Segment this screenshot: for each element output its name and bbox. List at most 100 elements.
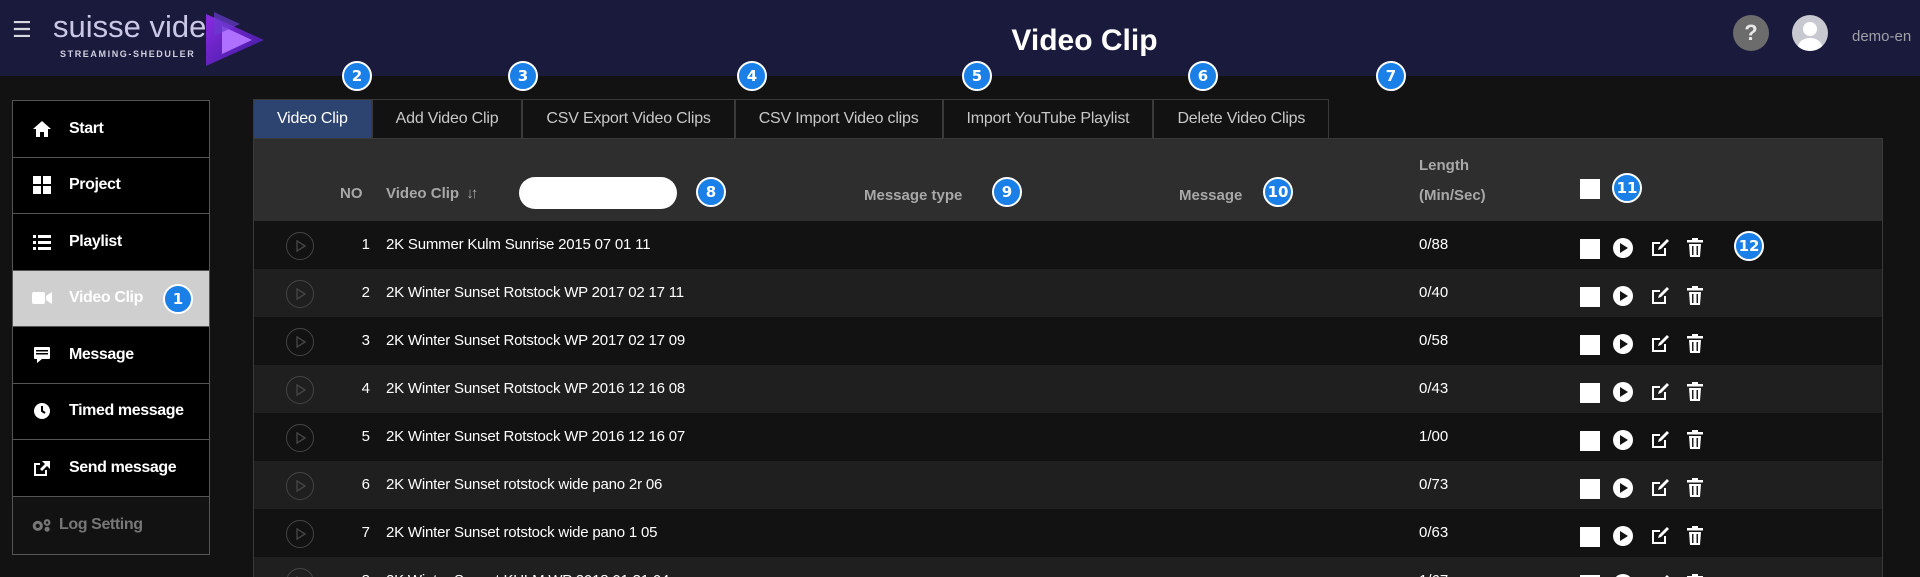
edit-icon[interactable] [1649,525,1671,547]
share-icon [31,458,53,478]
video-clip-name: 2K Winter Sunset rotstock wide pano 2r 0… [386,476,663,493]
delete-icon[interactable] [1684,525,1706,547]
row-select-checkbox[interactable] [1580,287,1600,307]
video-clip-length: 1/67 [1419,572,1448,577]
user-avatar-icon[interactable] [1792,15,1828,51]
tab-import-youtube[interactable]: Import YouTube Playlist [942,99,1154,138]
callout-badge: 1 [163,283,193,314]
preview-play-icon[interactable] [286,424,314,452]
sidebar-item-timed-message[interactable]: Timed message [13,383,209,440]
tab-csv-export[interactable]: CSV Export Video Clips [522,99,735,138]
callout-badge: 3 [508,61,538,91]
video-clip-name: 2K Winter Sunset Rotstock WP 2016 12 16 … [386,428,685,445]
edit-icon[interactable] [1649,573,1671,577]
row-select-checkbox[interactable] [1580,479,1600,499]
preview-play-icon[interactable] [286,520,314,548]
delete-icon[interactable] [1684,381,1706,403]
play-icon[interactable] [1612,381,1634,403]
select-all-checkbox[interactable] [1580,179,1600,199]
video-clip-search-input[interactable] [519,177,677,209]
table-row: 3 2K Winter Sunset Rotstock WP 2017 02 1… [254,317,1882,365]
video-clip-length: 0/63 [1419,524,1449,541]
sidebar-item-label: Start [69,119,104,137]
tab-video-clip[interactable]: Video Clip [253,99,372,138]
delete-icon[interactable] [1684,333,1706,355]
play-icon[interactable] [1612,477,1634,499]
delete-icon[interactable] [1684,285,1706,307]
play-icon[interactable] [1612,285,1634,307]
tab-delete-video-clips[interactable]: Delete Video Clips [1153,99,1330,138]
message-icon [31,345,53,365]
preview-play-icon[interactable] [286,328,314,356]
video-clip-name: 2K Summer Kulm Sunrise 2015 07 01 11 [386,236,651,253]
tab-csv-import[interactable]: CSV Import Video clips [734,99,943,138]
play-icon[interactable] [1612,333,1634,355]
row-number: 2 [361,284,370,301]
callout-badge: 12 [1734,231,1764,261]
sidebar-item-send-message[interactable]: Send message [13,440,209,497]
edit-icon[interactable] [1649,237,1671,259]
table-row: 5 2K Winter Sunset Rotstock WP 2016 12 1… [254,413,1882,461]
delete-icon[interactable] [1684,237,1706,259]
user-name[interactable]: demo-en [1852,28,1911,45]
sidebar-item-project[interactable]: Project [13,157,209,214]
preview-play-icon[interactable] [286,376,314,404]
delete-icon[interactable] [1684,429,1706,451]
delete-icon[interactable] [1684,477,1706,499]
row-number: 4 [361,380,370,397]
edit-icon[interactable] [1649,333,1671,355]
play-icon[interactable] [1612,429,1634,451]
edit-icon[interactable] [1649,285,1671,307]
clock-icon [31,401,53,421]
video-clip-table: NO Video Clip ↓↑ 8 Message type 9 Messag… [253,138,1883,577]
edit-icon[interactable] [1649,477,1671,499]
sort-icon[interactable]: ↓↑ [466,185,478,202]
column-header-video-clip[interactable]: Video Clip ↓↑ [386,185,478,202]
tab-bar: Video Clip Add Video Clip CSV Export Vid… [253,99,1330,138]
row-number: 1 [361,236,370,253]
row-number: 3 [361,332,370,349]
edit-icon[interactable] [1649,381,1671,403]
video-clip-length: 0/58 [1419,332,1449,349]
help-icon[interactable]: ? [1733,15,1769,51]
preview-play-icon[interactable] [286,472,314,500]
callout-badge: 2 [342,61,372,91]
table-row: 4 2K Winter Sunset Rotstock WP 2016 12 1… [254,365,1882,413]
table-row: 2 2K Winter Sunset Rotstock WP 2017 02 1… [254,269,1882,317]
row-select-checkbox[interactable] [1580,527,1600,547]
list-icon [31,232,53,252]
tab-add-video-clip[interactable]: Add Video Clip [371,99,523,138]
callout-badge: 4 [737,61,767,91]
sidebar-item-video-clip[interactable]: Video Clip 1 [13,270,209,327]
column-header-length: Length [1419,157,1469,174]
row-number: 5 [361,428,370,445]
preview-play-icon[interactable] [286,568,314,577]
row-select-checkbox[interactable] [1580,239,1600,259]
video-clip-length: 1/00 [1419,428,1449,445]
play-icon[interactable] [1612,525,1634,547]
preview-play-icon[interactable] [286,232,314,260]
video-clip-name: 2K Winter Sunset Rotstock WP 2016 12 16 … [386,380,685,397]
table-row: 6 2K Winter Sunset rotstock wide pano 2r… [254,461,1882,509]
video-clip-name: 2K Winter Sunset KULM WP 2018 01 31 04 [386,572,669,577]
play-icon[interactable] [1612,573,1634,577]
sidebar-item-message[interactable]: Message [13,327,209,384]
sidebar-item-label: Log Setting [59,515,143,533]
callout-badge: 7 [1376,61,1406,91]
video-camera-icon [31,288,53,308]
sidebar-nav: Start Project Playlist Video Clip 1 Mess… [12,100,210,555]
sidebar-item-label: Message [69,345,134,363]
play-icon[interactable] [1612,237,1634,259]
table-row: 1 2K Summer Kulm Sunrise 2015 07 01 11 0… [254,221,1882,269]
row-select-checkbox[interactable] [1580,383,1600,403]
callout-badge: 6 [1188,61,1218,91]
sidebar-item-playlist[interactable]: Playlist [13,214,209,271]
video-clip-length: 0/40 [1419,284,1449,301]
preview-play-icon[interactable] [286,280,314,308]
row-select-checkbox[interactable] [1580,431,1600,451]
row-select-checkbox[interactable] [1580,335,1600,355]
delete-icon[interactable] [1684,573,1706,577]
sidebar-item-start[interactable]: Start [13,101,209,158]
edit-icon[interactable] [1649,429,1671,451]
column-header-length-unit: (Min/Sec) [1419,187,1486,204]
